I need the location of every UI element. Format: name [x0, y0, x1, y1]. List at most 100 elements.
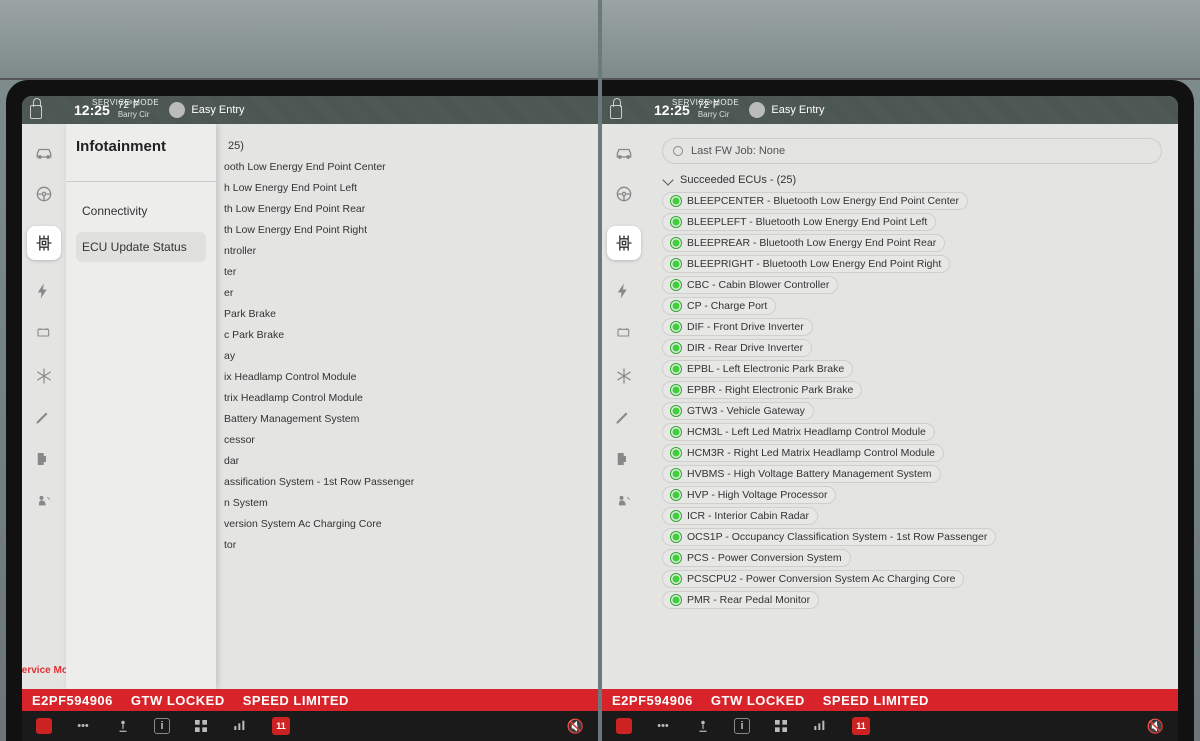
- ecu-row[interactable]: BLEEPRIGHT - Bluetooth Low Energy End Po…: [662, 255, 950, 273]
- ecu-row[interactable]: HVBMS - High Voltage Battery Management …: [662, 465, 941, 483]
- ecu-row[interactable]: th Low Energy End Point Rear: [224, 200, 365, 218]
- more-icon[interactable]: •••: [74, 717, 92, 735]
- ecu-row[interactable]: Park Brake: [224, 305, 276, 323]
- ecu-row[interactable]: version System Ac Charging Core: [224, 515, 382, 533]
- ecu-row[interactable]: er: [224, 284, 233, 302]
- ecu-label: version System Ac Charging Core: [224, 518, 382, 530]
- ecu-row[interactable]: ix Headlamp Control Module: [224, 368, 356, 386]
- grid-icon[interactable]: [192, 717, 210, 735]
- mute-icon[interactable]: 🔇: [1147, 718, 1164, 735]
- ecu-row[interactable]: EPBL - Left Electronic Park Brake: [662, 360, 853, 378]
- calendar-icon[interactable]: 11: [852, 717, 870, 735]
- driver-profile[interactable]: Easy Entry: [169, 102, 244, 118]
- ecu-row[interactable]: ay: [224, 347, 235, 365]
- ecu-label: BLEEPRIGHT - Bluetooth Low Energy End Po…: [687, 258, 941, 270]
- pencil-icon[interactable]: [34, 408, 54, 428]
- lock-icon[interactable]: [30, 105, 42, 119]
- ecu-row[interactable]: GTW3 - Vehicle Gateway: [662, 402, 814, 420]
- ecu-label: HVBMS - High Voltage Battery Management …: [687, 468, 932, 480]
- ecu-row[interactable]: ooth Low Energy End Point Center: [224, 158, 386, 176]
- bottom-dock: ••• i 11 🔇: [602, 711, 1178, 741]
- pencil-icon[interactable]: [614, 408, 634, 428]
- ecu-row[interactable]: h Low Energy End Point Left: [224, 179, 357, 197]
- ecu-row[interactable]: EPBR - Right Electronic Park Brake: [662, 381, 862, 399]
- ecu-row[interactable]: CBC - Cabin Blower Controller: [662, 276, 838, 294]
- ecu-row[interactable]: DIF - Front Drive Inverter: [662, 318, 813, 336]
- bolt-icon[interactable]: [614, 282, 634, 302]
- submenu-item-ecu-update[interactable]: ECU Update Status: [76, 232, 206, 262]
- ecu-label: BLEEPLEFT - Bluetooth Low Energy End Poi…: [687, 216, 927, 228]
- snowflake-icon[interactable]: [34, 366, 54, 386]
- status-dot-icon: [671, 406, 681, 416]
- joystick-icon[interactable]: [694, 717, 712, 735]
- battery-icon[interactable]: [614, 324, 634, 344]
- submenu-item-connectivity[interactable]: Connectivity: [76, 196, 206, 226]
- ecu-row[interactable]: ter: [224, 263, 236, 281]
- ecu-label: Battery Management System: [224, 413, 359, 425]
- ecu-row[interactable]: trix Headlamp Control Module: [224, 389, 363, 407]
- ecu-row[interactable]: HVP - High Voltage Processor: [662, 486, 836, 504]
- ecu-label: PMR - Rear Pedal Monitor: [687, 594, 810, 606]
- ecu-row[interactable]: Battery Management System: [224, 410, 359, 428]
- ecu-row[interactable]: DIR - Rear Drive Inverter: [662, 339, 812, 357]
- room-background: [0, 0, 598, 80]
- ecu-row[interactable]: HCM3L - Left Led Matrix Headlamp Control…: [662, 423, 935, 441]
- steering-icon[interactable]: [614, 184, 634, 204]
- fuel-icon[interactable]: [34, 450, 54, 470]
- status-dot-icon: [671, 574, 681, 584]
- app-red-icon[interactable]: [616, 718, 632, 734]
- app-red-icon[interactable]: [36, 718, 52, 734]
- ecu-row[interactable]: PMR - Rear Pedal Monitor: [662, 591, 819, 609]
- calendar-icon[interactable]: 11: [272, 717, 290, 735]
- ecu-row[interactable]: dar: [224, 452, 239, 470]
- ecu-row[interactable]: c Park Brake: [224, 326, 284, 344]
- ecu-row[interactable]: BLEEPREAR - Bluetooth Low Energy End Poi…: [662, 234, 945, 252]
- ecu-row[interactable]: ICR - Interior Cabin Radar: [662, 507, 818, 525]
- status-dot-icon: [671, 301, 681, 311]
- snowflake-icon[interactable]: [614, 366, 634, 386]
- ecu-row[interactable]: HCM3R - Right Led Matrix Headlamp Contro…: [662, 444, 944, 462]
- chip-icon[interactable]: [27, 226, 61, 260]
- info-icon[interactable]: i: [734, 718, 750, 734]
- mute-icon[interactable]: 🔇: [567, 718, 584, 735]
- battery-icon[interactable]: [34, 324, 54, 344]
- clock: 12:25: [74, 102, 110, 118]
- ecu-label: BLEEPREAR - Bluetooth Low Energy End Poi…: [687, 237, 936, 249]
- bars-icon[interactable]: [812, 717, 830, 735]
- ecu-row[interactable]: BLEEPLEFT - Bluetooth Low Energy End Poi…: [662, 213, 936, 231]
- ecu-row[interactable]: n System: [224, 494, 268, 512]
- bars-icon[interactable]: [232, 717, 250, 735]
- succeeded-group-header[interactable]: Succeeded ECUs - (25): [664, 174, 1162, 186]
- vehicle-icon[interactable]: [614, 142, 634, 162]
- ecu-label: DIR - Rear Drive Inverter: [687, 342, 803, 354]
- street-name: Barry Cir: [118, 110, 150, 119]
- ecu-label: h Low Energy End Point Left: [224, 182, 357, 194]
- driver-profile[interactable]: Easy Entry: [749, 102, 824, 118]
- ecu-row[interactable]: cessor: [224, 431, 255, 449]
- airbag-icon[interactable]: [614, 492, 634, 512]
- ecu-row[interactable]: tor: [224, 536, 236, 554]
- ecu-row[interactable]: PCSCPU2 - Power Conversion System Ac Cha…: [662, 570, 964, 588]
- ecu-row[interactable]: OCS1P - Occupancy Classification System …: [662, 528, 996, 546]
- ecu-row[interactable]: PCS - Power Conversion System: [662, 549, 851, 567]
- airbag-icon[interactable]: [34, 492, 54, 512]
- vehicle-icon[interactable]: [34, 142, 54, 162]
- chip-icon[interactable]: [607, 226, 641, 260]
- fuel-icon[interactable]: [614, 450, 634, 470]
- ecu-row[interactable]: th Low Energy End Point Right: [224, 221, 367, 239]
- grid-icon[interactable]: [772, 717, 790, 735]
- ecu-row[interactable]: ntroller: [224, 242, 256, 260]
- joystick-icon[interactable]: [114, 717, 132, 735]
- ecu-label: tor: [224, 539, 236, 551]
- ecu-row[interactable]: BLEEPCENTER - Bluetooth Low Energy End P…: [662, 192, 968, 210]
- ecu-row[interactable]: assification System - 1st Row Passenger: [224, 473, 414, 491]
- last-fw-job[interactable]: Last FW Job: None: [662, 138, 1162, 164]
- bolt-icon[interactable]: [34, 282, 54, 302]
- lock-icon[interactable]: [610, 105, 622, 119]
- info-icon[interactable]: i: [154, 718, 170, 734]
- ecu-row[interactable]: CP - Charge Port: [662, 297, 776, 315]
- status-dot-icon: [671, 217, 681, 227]
- more-icon[interactable]: •••: [654, 717, 672, 735]
- ecu-label: c Park Brake: [224, 329, 284, 341]
- steering-icon[interactable]: [34, 184, 54, 204]
